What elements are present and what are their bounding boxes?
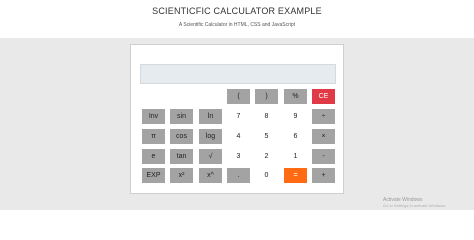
cos-button[interactable]: cos (170, 129, 193, 144)
multiply-button[interactable]: × (312, 129, 335, 144)
sqrt-button[interactable]: √ (199, 149, 222, 164)
page-header: SCIENTICFIC CALCULATOR EXAMPLE A Scienti… (0, 0, 474, 38)
decimal-button[interactable]: . (227, 168, 250, 183)
digit-1-button[interactable]: 1 (284, 149, 307, 164)
digit-0-button[interactable]: 0 (255, 168, 278, 183)
percent-button[interactable]: % (284, 89, 307, 104)
divide-button[interactable]: ÷ (312, 109, 335, 124)
digit-8-button[interactable]: 8 (255, 109, 278, 124)
sin-button[interactable]: sin (170, 109, 193, 124)
watermark-subtitle: Go to Settings to activate Windows. (383, 203, 447, 208)
digit-7-button[interactable]: 7 (227, 109, 250, 124)
pi-button[interactable]: π (142, 129, 165, 144)
calculator-display[interactable] (140, 64, 336, 84)
open-paren-button[interactable]: ( (227, 89, 250, 104)
close-paren-button[interactable]: ) (255, 89, 278, 104)
exp-button[interactable]: EXP (142, 168, 165, 183)
page-footer (0, 210, 474, 224)
clear-button[interactable]: CE (312, 89, 335, 104)
digit-4-button[interactable]: 4 (227, 129, 250, 144)
digit-6-button[interactable]: 6 (284, 129, 307, 144)
tan-button[interactable]: tan (170, 149, 193, 164)
digit-5-button[interactable]: 5 (255, 129, 278, 144)
power-button[interactable]: x^ (199, 168, 222, 183)
e-button[interactable]: e (142, 149, 165, 164)
page-subtitle: A Scientific Calculator in HTML, CSS and… (178, 22, 296, 28)
inv-button[interactable]: Inv (142, 109, 165, 124)
square-button[interactable]: x² (170, 168, 193, 183)
log-button[interactable]: log (199, 129, 222, 144)
calculator: ( ) % CE Inv sin ln 7 8 9 ÷ π cos log 4 … (130, 44, 344, 194)
digit-3-button[interactable]: 3 (227, 149, 250, 164)
equals-button[interactable]: = (284, 168, 307, 183)
activate-windows-watermark: Activate Windows Go to Settings to activ… (383, 197, 473, 209)
digit-2-button[interactable]: 2 (255, 149, 278, 164)
digit-9-button[interactable]: 9 (284, 109, 307, 124)
ln-button[interactable]: ln (199, 109, 222, 124)
page-title: SCIENTICFIC CALCULATOR EXAMPLE (152, 6, 322, 16)
minus-button[interactable]: - (312, 149, 335, 164)
plus-button[interactable]: + (312, 168, 335, 183)
